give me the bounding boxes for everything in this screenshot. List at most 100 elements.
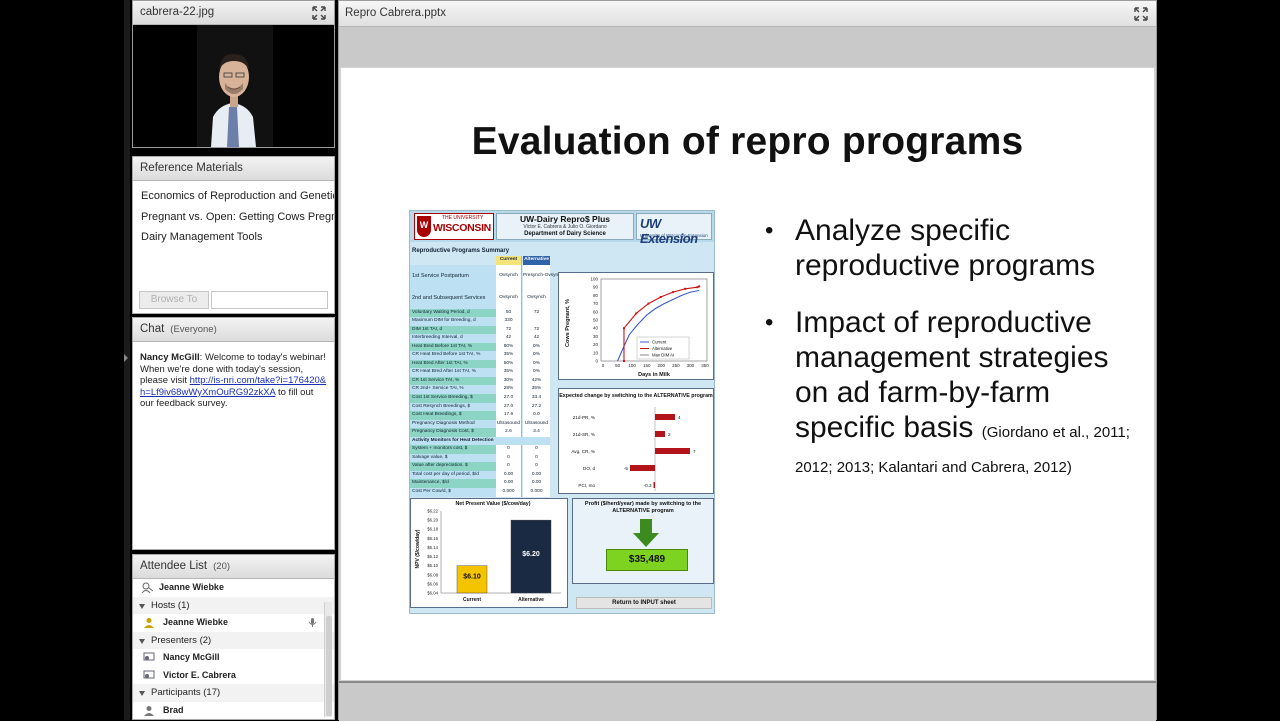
browse-button[interactable]: Browse To [139,291,209,309]
reference-item[interactable]: Dairy Management Tools [133,227,334,248]
current-cell: 0 [496,445,522,454]
fullscreen-icon[interactable] [312,6,326,20]
row-label: Cost Per Cow/d, $ [410,488,496,497]
spreadsheet-image: W THE UNIVERSITY WISCONSIN UW-Dairy Repr… [409,210,715,614]
uw-small-text: THE UNIVERSITY [442,215,484,221]
change-value-label: -5 [624,466,629,471]
return-to-input-button[interactable]: Return to INPUT sheet [576,597,712,609]
table-row: Maintenance, $/d 0.00 0.00 [410,479,550,489]
pregnancy-curve-svg: 10090807060504030201000 50 100 150 200 250 300… [565,277,709,379]
row-label: CR 1st Service TAI, % [410,376,496,386]
y-tick-label: 10 [593,350,599,355]
attendee-list-pod: Attendee List (20) Jeanne Wiebke Hosts (1… [132,554,335,720]
attendee-row[interactable]: Brad [133,702,334,720]
y-tick-label: 50 [593,318,599,323]
current-cell: Ultrasound [496,419,522,429]
attendee-row[interactable]: Victor E. Cabrera [133,667,334,685]
pod-collapse-strip[interactable] [124,0,130,720]
uw-shield-icon: W [417,216,431,237]
change-row-label: DO, d [583,466,595,471]
browse-field[interactable] [211,291,328,309]
npv-y-tick: $6.12 [427,554,438,559]
participants-category[interactable]: Participants (17) [133,684,334,702]
row-label: Pregnancy Diagnosis Cost, $ [410,428,496,437]
table-row: Pregnancy Diagnosis Method Ultrasound Ultr… [410,419,550,429]
y-tick-label: 90 [593,285,599,290]
slide: Evaluation of repro programs W THE UNIVE… [341,68,1154,680]
table-row: Cost 1st Service Breeding, $27.0 33.4 [410,394,550,403]
npv-x-label: Current [463,597,481,603]
alternative-cell: 33.4 [523,394,550,403]
alternative-cell: Ultrasound [523,419,550,429]
row-label: CR Heat Bred Before 1st TAI, % [410,351,496,360]
sheet-banner: W THE UNIVERSITY WISCONSIN UW-Dairy Repr… [410,211,714,246]
table-rows: 1st Service Postpartum Ovsynch Presynch-Ov… [410,264,570,437]
table-row: Cost Per Cow/d, $0.000 0.000 [410,488,550,497]
current-cell: 0.00 [496,470,522,480]
video-pod: cabrera-22.jpg [132,0,335,148]
expand-triangle-icon [139,638,145,644]
reference-item[interactable]: Pregnant vs. Open: Getting Cows Pregnant [133,207,334,228]
profit-title: Profit ($/herd/year) made by switching t… [584,501,702,514]
legend-label: Current [652,340,667,345]
x-axis-label: Days in Milk [638,372,671,378]
reference-title: Reference Materials [140,162,243,174]
chat-sender: Nancy McGill [140,352,200,363]
alternative-cell: Presynch-Ovsynch-12 [523,264,570,287]
alternative-cell: 27.2 [523,402,550,412]
scrollbar-thumb[interactable] [326,616,332,716]
row-label: Value after depreciation, $ [410,462,496,471]
attendee-scrollbar[interactable] [324,602,332,717]
sheet-dept: Department of Dairy Science [524,231,606,237]
table-row: Value after depreciation, $0 0 [410,462,550,471]
attendee-row[interactable]: Nancy McGill [133,649,334,667]
row-label: Pregnancy Diagnosis Method [410,419,496,429]
hosts-category[interactable]: Hosts (1) [133,596,334,614]
pregnancy-curve-chart: 100 90 80 70 60 50 40 30 20 10 0 0 50 100 150 200 250 300… [558,272,714,380]
y-tick-label: 0 [595,359,598,364]
header-blank [410,256,496,265]
x-tick-label: 150 [643,363,651,368]
row-label: Cost Resynch Breedings, $ [410,402,496,412]
current-cell: Ovsynch [496,286,522,309]
table-row: Voluntary Waiting Period, d 50 72 [410,308,550,318]
legend-label: Max DIM AI [652,353,674,358]
current-user-row[interactable]: Jeanne Wiebke [133,579,334,597]
table-row: CR 2nd+ Service TAI, % 28% 35% [410,385,550,395]
current-cell: 330 [496,317,522,326]
collapse-arrow-icon[interactable] [124,354,128,362]
npv-chart: Net Present Value ($/cow/day) NPV ($/cow/… [410,498,568,608]
sheet-title-box: UW-Dairy Repro$ Plus Victor E. Cabrera &… [496,213,634,240]
attendee-name: Nancy McGill [163,652,220,662]
table-row: Cost Resynch Breedings, $27.0 27.2 [410,402,550,412]
npv-y-tick: $6.10 [427,563,438,568]
attendee-name: Brad [163,704,184,715]
microphone-icon[interactable] [307,617,318,628]
row-label: Heat Bred Before 1st TAI, % [410,342,496,352]
alternative-cell: 0.000 [523,488,550,497]
y-tick-label: 70 [593,301,599,306]
chat-title: Chat [140,323,165,335]
change-row-label: 21d-PR, % [573,415,595,420]
chat-header: Chat (Everyone) [133,318,334,342]
npv-y-tick: $6.14 [427,545,438,550]
current-cell: 17.6 [496,411,522,420]
alternative-cell: 0.0 [523,411,550,420]
expand-triangle-icon [139,603,145,609]
alternative-point [622,327,625,330]
row-label: 1st Service Postpartum [410,264,496,287]
row-label: CR 2nd+ Service TAI, % [410,385,496,395]
attendee-tree: Jeanne Wiebke Hosts (1) Jeanne Wiebke Pr… [133,579,334,719]
fullscreen-icon[interactable] [1134,7,1148,21]
alternative-point [696,286,699,289]
current-user-name: Jeanne Wiebke [159,582,224,592]
attendee-row[interactable]: Jeanne Wiebke [133,614,334,632]
alternative-cell: 3.4 [523,428,550,437]
slide-title: Evaluation of repro programs [471,120,1024,163]
row-label: Maintenance, $/d [410,479,496,489]
presenters-category[interactable]: Presenters (2) [133,631,334,649]
reference-item[interactable]: Economics of Reproduction and Genetics [133,186,334,207]
participant-icon [144,705,154,716]
alternative-cell: 0.00 [523,470,550,480]
row-label: Total cost per day of period, $/d [410,470,496,480]
